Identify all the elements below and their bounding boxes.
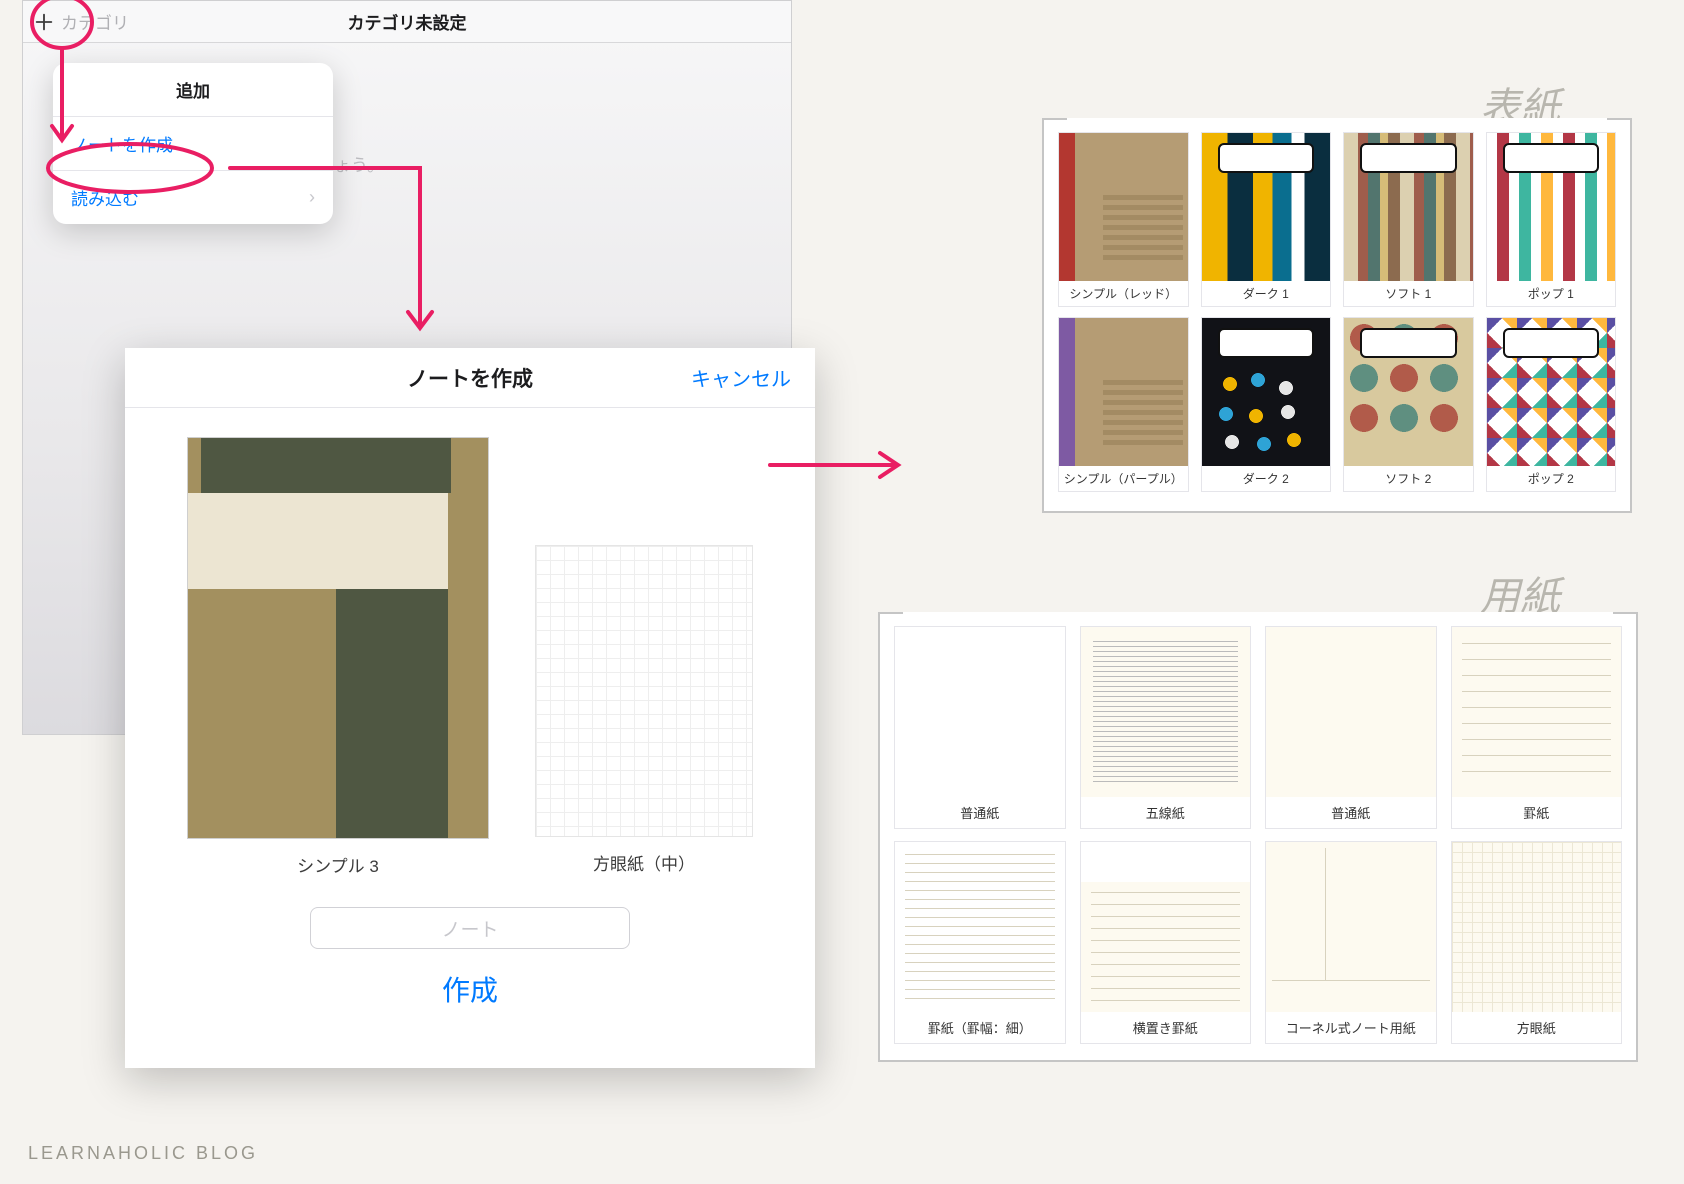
- modal-header: ノートを作成 キャンセル: [125, 348, 815, 408]
- paper-caption: 方眼紙（中）: [593, 850, 695, 875]
- note-name-placeholder: ノート: [441, 915, 498, 942]
- paper-option-cornell[interactable]: コーネル式ノート用紙: [1265, 841, 1437, 1044]
- cover-option-soft-1[interactable]: ソフト 1: [1343, 132, 1474, 307]
- popover-item-create-note[interactable]: ノートを作成: [53, 117, 333, 171]
- paper-option-plain-cream[interactable]: 普通紙: [1265, 626, 1437, 829]
- watermark: LEARNAHOLIC BLOG: [28, 1143, 258, 1164]
- add-popover: 追加 ノートを作成 読み込む ›: [53, 63, 333, 224]
- covers-panel: シンプル（レッド） ダーク 1 ソフト 1 ポップ 1 シンプル（パープル） ダ…: [1042, 118, 1632, 513]
- chevron-right-icon: ›: [309, 187, 315, 208]
- popover-title: 追加: [53, 63, 333, 117]
- cover-option-dark-2[interactable]: ダーク 2: [1201, 317, 1332, 492]
- papers-grid: 普通紙 五線紙 普通紙 罫紙 罫紙（罫幅：細） 横置き罫紙 コーネル式ノート用紙…: [894, 626, 1622, 1044]
- popover-item-import[interactable]: 読み込む ›: [53, 171, 333, 224]
- cover-option-simple-purple[interactable]: シンプル（パープル）: [1058, 317, 1189, 492]
- cover-thumb-col: シンプル 3: [188, 438, 488, 877]
- create-note-modal: ノートを作成 キャンセル シンプル 3 方眼紙（中） ノート 作成: [125, 348, 815, 1068]
- cover-option-soft-2[interactable]: ソフト 2: [1343, 317, 1474, 492]
- paper-option-lined-landscape[interactable]: 横置き罫紙: [1080, 841, 1252, 1044]
- cover-preview[interactable]: [188, 438, 488, 838]
- cover-option-dark-1[interactable]: ダーク 1: [1201, 132, 1332, 307]
- paper-thumb-col: 方眼紙（中）: [536, 438, 752, 877]
- paper-option-lined-thin[interactable]: 罫紙（罫幅：細）: [894, 841, 1066, 1044]
- paper-option-staff[interactable]: 五線紙: [1080, 626, 1252, 829]
- modal-title: ノートを作成: [407, 363, 533, 393]
- modal-thumbs-row: シンプル 3 方眼紙（中）: [155, 438, 785, 877]
- page-title: カテゴリ未設定: [23, 9, 791, 34]
- cover-option-pop-1[interactable]: ポップ 1: [1486, 132, 1617, 307]
- papers-panel: 普通紙 五線紙 普通紙 罫紙 罫紙（罫幅：細） 横置き罫紙 コーネル式ノート用紙…: [878, 612, 1638, 1062]
- popover-item-label: ノートを作成: [71, 131, 173, 156]
- popover-item-label: 読み込む: [71, 185, 139, 210]
- note-name-input[interactable]: ノート: [310, 907, 630, 949]
- cover-caption: シンプル 3: [297, 852, 379, 877]
- cover-option-pop-2[interactable]: ポップ 2: [1486, 317, 1617, 492]
- paper-preview[interactable]: [536, 546, 752, 836]
- cancel-button[interactable]: キャンセル: [691, 348, 791, 407]
- paper-option-lined[interactable]: 罫紙: [1451, 626, 1623, 829]
- modal-body: シンプル 3 方眼紙（中） ノート 作成: [125, 408, 815, 1009]
- cover-option-simple-red[interactable]: シンプル（レッド）: [1058, 132, 1189, 307]
- paper-option-grid[interactable]: 方眼紙: [1451, 841, 1623, 1044]
- covers-grid: シンプル（レッド） ダーク 1 ソフト 1 ポップ 1 シンプル（パープル） ダ…: [1058, 132, 1616, 492]
- ipad-header: カテゴリ カテゴリ未設定: [23, 1, 791, 43]
- create-button[interactable]: 作成: [442, 969, 498, 1009]
- paper-option-blank[interactable]: 普通紙: [894, 626, 1066, 829]
